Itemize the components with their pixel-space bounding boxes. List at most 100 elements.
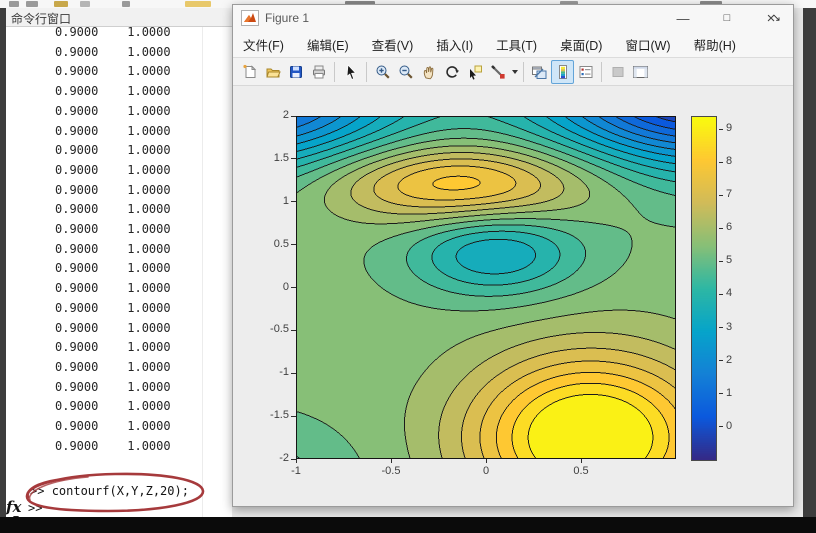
tab-fragment bbox=[185, 1, 211, 7]
hide-plot-tools-icon bbox=[612, 66, 623, 77]
insert-legend-icon bbox=[579, 65, 592, 78]
colorbar-tick-label: 9 bbox=[726, 122, 733, 135]
output-row: 0.9000 1.0000 bbox=[55, 84, 171, 99]
colorbar-tick-label: 4 bbox=[726, 287, 733, 300]
zoom-out-button[interactable] bbox=[394, 60, 417, 84]
output-row: 0.9000 1.0000 bbox=[55, 64, 171, 79]
colorbar-tick-label: 0 bbox=[726, 419, 733, 432]
command-window-titlebar[interactable]: 命令行窗口 bbox=[6, 8, 232, 27]
output-row: 0.9000 1.0000 bbox=[55, 202, 171, 217]
insert-colorbar-button[interactable] bbox=[551, 59, 574, 84]
command-prompt-line[interactable]: fx >> bbox=[6, 497, 226, 517]
rotate-3d-button[interactable] bbox=[440, 60, 463, 84]
brush-button[interactable] bbox=[486, 60, 509, 84]
screenshot-stage: 命令行窗口 0.9000 1.0000 0.9000 1.0000 0.9000 1… bbox=[0, 0, 816, 533]
panel-divider bbox=[202, 27, 203, 517]
executed-command-line: >> contourf(X,Y,Z,20); bbox=[30, 484, 189, 498]
y-tick-label: 1 bbox=[282, 194, 289, 207]
menu-item[interactable]: 查看(V) bbox=[372, 35, 414, 54]
desktop-edge-right bbox=[803, 8, 816, 517]
menu-item[interactable]: 文件(F) bbox=[243, 35, 284, 54]
y-tick-mark bbox=[291, 458, 296, 460]
colorbar-tick-label: 1 bbox=[726, 386, 733, 399]
pan-hand-icon bbox=[423, 65, 433, 79]
active-prompt[interactable]: >> bbox=[28, 501, 42, 515]
toolbar-icon bbox=[122, 1, 130, 7]
back-arrow-icon bbox=[9, 1, 19, 7]
y-tick-label: 0.5 bbox=[273, 237, 289, 250]
new-figure-button[interactable] bbox=[238, 60, 261, 84]
print-figure-button[interactable] bbox=[307, 60, 330, 84]
x-tick-mark bbox=[295, 459, 297, 463]
forward-arrow-icon bbox=[26, 1, 38, 7]
show-plot-tools-button[interactable] bbox=[629, 60, 652, 84]
y-tick-label: -0.5 bbox=[270, 323, 289, 336]
y-tick-mark bbox=[291, 158, 296, 160]
colorbar-tick-mark bbox=[719, 293, 723, 295]
minimize-button[interactable]: — bbox=[661, 5, 705, 31]
y-tick-mark bbox=[291, 287, 296, 288]
colorbar-tick-label: 6 bbox=[726, 221, 733, 234]
rotate-3d-icon bbox=[445, 65, 459, 78]
menu-item[interactable]: 帮助(H) bbox=[694, 35, 736, 54]
save-figure-button[interactable] bbox=[284, 60, 307, 84]
figure-toolbar bbox=[233, 58, 793, 86]
save-figure-icon bbox=[289, 65, 302, 78]
output-row: 0.9000 1.0000 bbox=[55, 379, 171, 394]
colorbar-tick-label: 5 bbox=[726, 254, 733, 267]
colorbar-tick-mark bbox=[719, 393, 723, 395]
x-tick-mark bbox=[580, 459, 582, 463]
colorbar-tick-label: 2 bbox=[726, 353, 733, 366]
y-tick-mark bbox=[291, 329, 296, 331]
pan-hand-button[interactable] bbox=[417, 60, 440, 84]
command-window-body[interactable]: 0.9000 1.0000 0.9000 1.0000 0.9000 1.0000 0… bbox=[6, 27, 232, 517]
link-plots-button[interactable] bbox=[528, 60, 551, 84]
print-figure-icon bbox=[312, 65, 325, 78]
y-tick-label: -2 bbox=[279, 452, 289, 464]
colorbar-tick-mark bbox=[719, 227, 723, 229]
menu-item[interactable]: 编辑(E) bbox=[307, 35, 349, 54]
dock-figure-arrow-icon[interactable]: ↘ bbox=[772, 11, 781, 24]
hide-plot-tools-button[interactable] bbox=[606, 60, 629, 84]
toolbar-separator bbox=[366, 61, 367, 82]
x-tick-label: -0.5 bbox=[381, 465, 401, 477]
matlab-figure-icon bbox=[241, 10, 259, 26]
colorbar-tick-mark bbox=[719, 360, 723, 362]
output-row: 0.9000 1.0000 bbox=[55, 44, 171, 59]
data-cursor-button[interactable] bbox=[463, 60, 486, 84]
y-tick-mark bbox=[291, 201, 296, 203]
data-cursor-icon bbox=[469, 65, 482, 80]
x-tick-label: -1 bbox=[291, 465, 301, 477]
edit-arrow-button[interactable] bbox=[339, 60, 362, 84]
contour-plot[interactable] bbox=[296, 116, 676, 459]
colorbar-tick-mark bbox=[719, 128, 723, 130]
x-tick-label: 0 bbox=[482, 465, 490, 477]
menu-item[interactable]: 插入(I) bbox=[436, 35, 473, 54]
brush-dropdown-button[interactable] bbox=[509, 60, 519, 84]
new-figure-icon bbox=[242, 64, 256, 78]
maximize-button[interactable]: □ bbox=[705, 5, 749, 31]
insert-legend-button[interactable] bbox=[574, 60, 597, 84]
menu-item[interactable]: 窗口(W) bbox=[625, 35, 670, 54]
x-tick-label: 0.5 bbox=[573, 465, 589, 477]
output-row: 0.9000 1.0000 bbox=[55, 222, 171, 237]
y-tick-label: 0 bbox=[282, 280, 289, 293]
y-tick-label: -1.5 bbox=[270, 409, 289, 422]
output-row: 0.9000 1.0000 bbox=[55, 143, 171, 158]
figure-window: Figure 1 — □ × 文件(F) 编辑(E) 查看(V) 插入(I) 工具(T)… bbox=[232, 4, 794, 507]
menu-item[interactable]: 桌面(D) bbox=[560, 35, 602, 54]
prompt-symbol: >> bbox=[30, 484, 45, 498]
desktop-edge-bottom bbox=[0, 517, 816, 533]
fx-button[interactable]: fx bbox=[6, 498, 21, 516]
brush-icon bbox=[490, 64, 505, 79]
colorbar-tick-mark bbox=[719, 260, 723, 262]
output-row: 0.9000 1.0000 bbox=[55, 320, 171, 335]
menu-item[interactable]: 工具(T) bbox=[496, 35, 537, 54]
figure-menubar: 文件(F) 编辑(E) 查看(V) 插入(I) 工具(T) 桌面(D) 窗口(W) 帮助(H) bbox=[233, 31, 793, 58]
y-tick-mark bbox=[291, 115, 296, 117]
figure-titlebar[interactable]: Figure 1 — □ × bbox=[233, 5, 793, 31]
command-output: 0.9000 1.0000 0.9000 1.0000 0.9000 1.0000 0… bbox=[6, 27, 171, 456]
open-file-button[interactable] bbox=[261, 60, 284, 84]
y-tick-label: 2 bbox=[282, 109, 289, 121]
zoom-in-button[interactable] bbox=[371, 60, 394, 84]
